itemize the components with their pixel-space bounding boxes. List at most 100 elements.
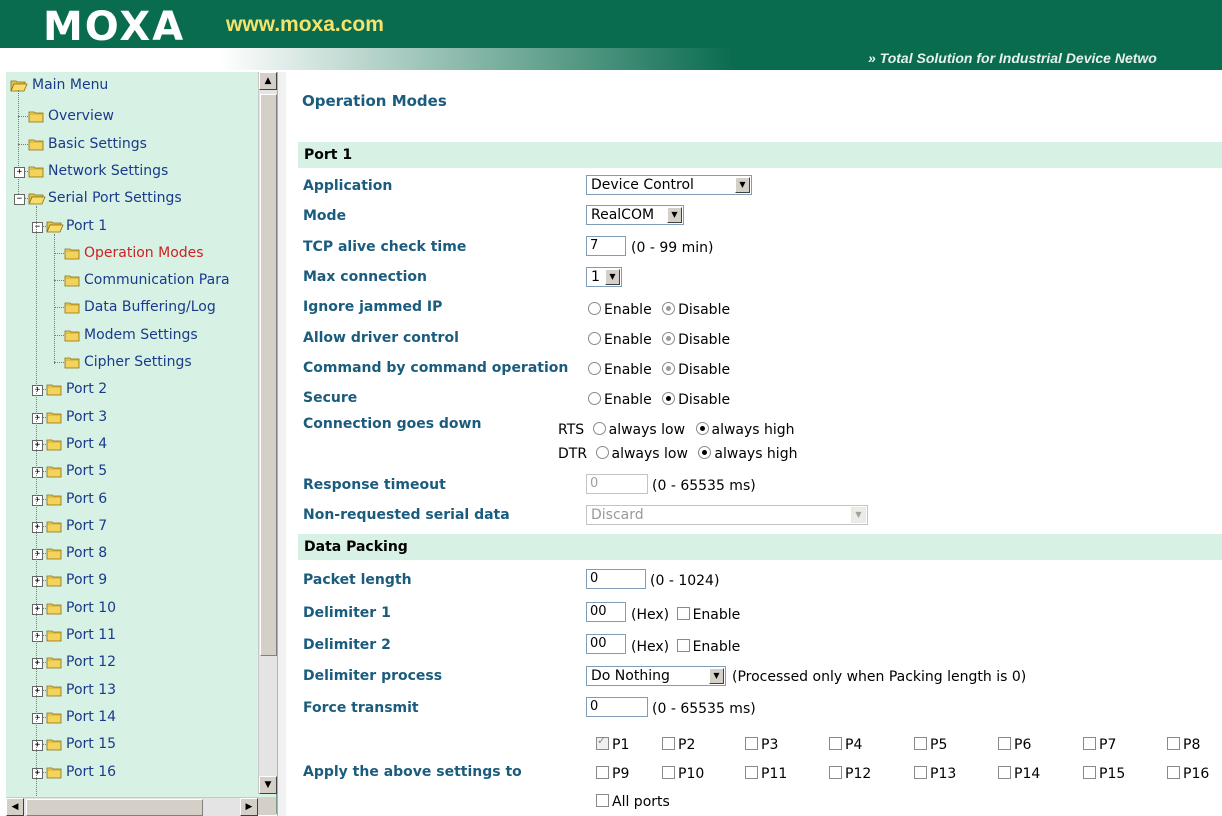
expand-icon[interactable]: + <box>32 385 43 397</box>
port-label: P16 <box>1183 766 1210 782</box>
expand-icon[interactable]: + <box>32 712 43 724</box>
ignore-jammed-enable-radio[interactable] <box>588 302 601 315</box>
collapse-icon[interactable]: − <box>32 221 43 233</box>
folder-icon <box>46 493 62 505</box>
max-connection-value: 1 <box>591 269 600 285</box>
port-p2-checkbox[interactable] <box>662 737 675 750</box>
delimiter2-enable-checkbox[interactable] <box>676 639 690 652</box>
sidebar-item-label: Port 9 <box>66 572 108 589</box>
folder-icon <box>64 329 80 342</box>
port-p11-checkbox[interactable] <box>745 766 758 779</box>
scroll-thumb-horizontal[interactable] <box>26 799 203 816</box>
port-option-p1: P1 <box>596 734 635 753</box>
expand-icon[interactable]: + <box>32 521 43 533</box>
frame-divider[interactable] <box>277 72 286 816</box>
sidebar-item-label: Port 5 <box>66 463 108 480</box>
expand-icon[interactable]: + <box>32 767 43 779</box>
response-timeout-input[interactable]: 0 <box>586 474 648 494</box>
mode-select[interactable]: RealCOM ▼ <box>586 205 684 225</box>
sidebar-item-label: Port 14 <box>66 708 117 725</box>
dtr-high-radio[interactable] <box>698 446 712 459</box>
allow-driver-enable-radio[interactable] <box>588 332 601 345</box>
port-p3-checkbox[interactable] <box>745 737 758 750</box>
port-p14-checkbox[interactable] <box>998 766 1011 779</box>
scroll-down-button[interactable]: ▼ <box>259 776 277 794</box>
allow-driver-disable-radio[interactable] <box>662 332 676 345</box>
delimiter1-enable-checkbox[interactable] <box>676 607 690 620</box>
expand-icon[interactable]: + <box>32 439 43 451</box>
dtr-low-radio[interactable] <box>595 446 609 459</box>
cmd-by-cmd-label: Command by command operation <box>303 360 569 376</box>
expand-icon[interactable]: + <box>32 412 43 424</box>
port-option-p16: P16 <box>1167 765 1215 782</box>
expand-icon[interactable]: + <box>32 494 43 506</box>
tagline: » Total Solution for Industrial Device N… <box>868 50 1157 66</box>
port-label: P2 <box>678 737 696 753</box>
expand-icon[interactable]: + <box>32 467 43 479</box>
port-p4-checkbox[interactable] <box>829 737 842 750</box>
scroll-up-button[interactable]: ▲ <box>259 72 277 90</box>
port-label: P12 <box>845 766 872 782</box>
max-connection-select[interactable]: 1 ▼ <box>586 267 622 287</box>
disable-label: Disable <box>678 392 731 408</box>
port-p7-checkbox[interactable] <box>1083 737 1096 750</box>
dtr-options: DTR always low always high <box>558 445 797 462</box>
sidebar-item-label: Port 1 <box>66 217 108 234</box>
sidebar-item-label: Port 16 <box>66 763 117 780</box>
expand-icon[interactable]: + <box>32 658 43 670</box>
application-select[interactable]: Device Control ▼ <box>586 175 752 195</box>
port-p6-checkbox[interactable] <box>998 737 1011 750</box>
allow-driver-label: Allow driver control <box>303 330 459 346</box>
enable-label: Enable <box>692 639 741 655</box>
expand-icon[interactable]: + <box>32 740 43 752</box>
scroll-right-button[interactable]: ▶ <box>240 798 258 816</box>
port-p9-checkbox[interactable] <box>596 766 609 779</box>
expand-icon[interactable]: + <box>32 631 43 642</box>
port-p13-checkbox[interactable] <box>914 766 927 779</box>
port-p5-checkbox[interactable] <box>914 737 927 750</box>
port-label: P3 <box>761 737 779 753</box>
expand-icon[interactable]: + <box>14 166 25 178</box>
sidebar-horizontal-scrollbar[interactable]: ◀ ▶ <box>6 797 258 816</box>
rts-high-radio[interactable] <box>695 422 709 435</box>
expand-icon[interactable]: + <box>32 549 43 561</box>
cmd-by-cmd-disable-radio[interactable] <box>662 362 676 375</box>
all-ports-checkbox[interactable] <box>596 794 609 807</box>
packet-length-input[interactable]: 0 <box>586 569 646 589</box>
force-transmit-input[interactable]: 0 <box>586 697 648 717</box>
expand-icon[interactable]: + <box>32 576 43 588</box>
response-timeout-hint: (0 - 65535 ms) <box>652 478 756 494</box>
ignore-jammed-disable-radio[interactable] <box>662 302 676 315</box>
sidebar-item-label: Port 8 <box>66 545 108 562</box>
delimiter-process-select[interactable]: Do Nothing ▼ <box>586 666 726 686</box>
port-p16-checkbox[interactable] <box>1167 766 1180 779</box>
mode-label: Mode <box>303 208 347 224</box>
scroll-thumb[interactable] <box>260 94 277 656</box>
sidebar-vertical-scrollbar[interactable]: ▲ ▼ <box>258 72 277 794</box>
port-p10-checkbox[interactable] <box>662 766 675 779</box>
expand-icon[interactable]: + <box>32 685 43 697</box>
all-ports-option: All ports <box>596 793 670 810</box>
max-connection-label: Max connection <box>303 269 428 285</box>
secure-disable-radio[interactable] <box>662 392 676 405</box>
port-p15-checkbox[interactable] <box>1083 766 1096 779</box>
tcp-alive-input[interactable]: 7 <box>586 236 626 256</box>
expand-icon[interactable]: + <box>32 603 43 615</box>
collapse-icon[interactable]: − <box>14 194 25 206</box>
port-p8-checkbox[interactable] <box>1167 737 1180 750</box>
scroll-left-button[interactable]: ◀ <box>6 798 24 816</box>
port-p12-checkbox[interactable] <box>829 766 842 779</box>
port-p1-checkbox[interactable] <box>596 734 609 750</box>
folder-icon <box>28 165 44 178</box>
response-timeout-label: Response timeout <box>303 477 446 493</box>
cmd-by-cmd-enable-radio[interactable] <box>588 362 601 375</box>
site-url[interactable]: www.moxa.com <box>226 12 384 38</box>
delimiter2-input[interactable]: 00 <box>586 634 626 654</box>
non-requested-label: Non-requested serial data <box>303 507 510 523</box>
delimiter1-input[interactable]: 00 <box>586 602 626 622</box>
rts-low-radio[interactable] <box>592 422 606 435</box>
port-option-p7: P7 <box>1083 736 1122 753</box>
moxa-logo: MOXA <box>43 4 186 50</box>
secure-enable-radio[interactable] <box>588 392 601 405</box>
non-requested-select[interactable]: Discard ▼ <box>586 505 868 525</box>
